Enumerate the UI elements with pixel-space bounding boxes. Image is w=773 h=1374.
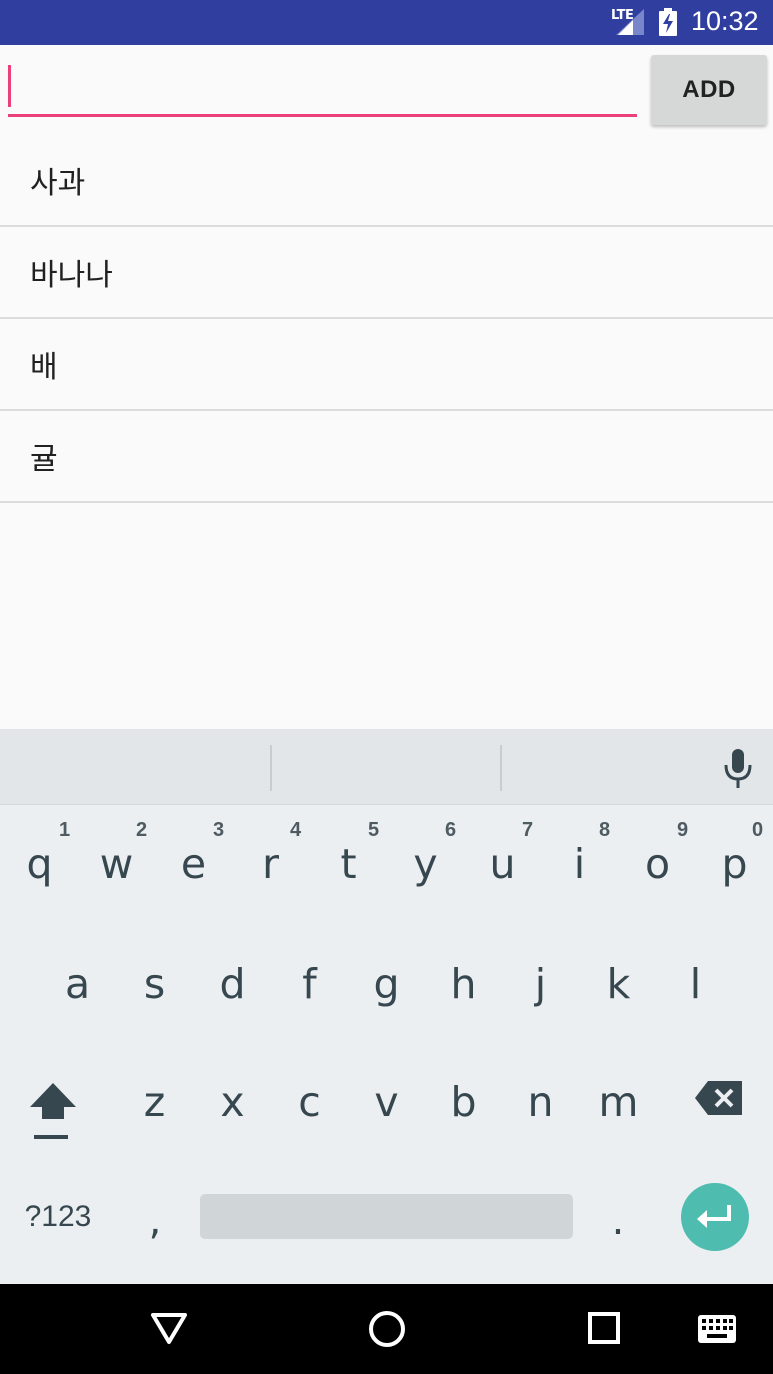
key-label: o [644, 839, 671, 888]
key-label: x [220, 1077, 245, 1126]
key-z[interactable]: z [116, 1057, 193, 1147]
key-label: v [374, 1077, 399, 1126]
key-h[interactable]: h [425, 939, 502, 1029]
key-label: b [450, 1077, 477, 1126]
backspace-icon[interactable] [694, 1079, 744, 1117]
key-label: n [527, 1077, 554, 1126]
key-i[interactable]: i8 [541, 819, 618, 909]
shift-icon[interactable] [28, 1077, 78, 1145]
fruit-list: 사과 바나나 배 귤 [0, 135, 773, 503]
key-label: m [598, 1077, 639, 1126]
space-key[interactable] [200, 1194, 573, 1239]
key-g[interactable]: g [348, 939, 425, 1029]
key-t[interactable]: t5 [310, 819, 387, 909]
microphone-icon[interactable] [720, 747, 756, 789]
key-label: c [298, 1077, 321, 1126]
back-icon[interactable] [150, 1311, 188, 1345]
key-hint: 7 [522, 819, 534, 841]
key-label: u [489, 839, 516, 888]
key-e[interactable]: e3 [155, 819, 232, 909]
enter-key[interactable] [681, 1183, 749, 1251]
key-j[interactable]: j [502, 939, 579, 1029]
suggestion-divider [270, 745, 272, 791]
key-hint: 0 [752, 819, 764, 841]
key-label: j [534, 959, 547, 1008]
status-bar: LTE 10:32 [0, 0, 773, 45]
key-q[interactable]: q1 [1, 819, 78, 909]
add-item-row: ADD [0, 45, 773, 135]
period-key[interactable]: . [598, 1191, 638, 1251]
soft-keyboard: q1w2e3r4t5y6u7i8o9p0 asdfghjkl zxcvbnm ?… [0, 729, 773, 1284]
key-r[interactable]: r4 [232, 819, 309, 909]
key-m[interactable]: m [580, 1057, 657, 1147]
key-label: p [721, 839, 748, 888]
list-item[interactable]: 사과 [0, 135, 773, 227]
key-d[interactable]: d [194, 939, 271, 1029]
key-label: z [143, 1077, 166, 1126]
key-x[interactable]: x [194, 1057, 271, 1147]
key-label: q [26, 839, 53, 888]
key-label: a [64, 959, 91, 1008]
key-label: f [302, 959, 317, 1008]
suggestion-strip [0, 729, 773, 805]
key-label: d [219, 959, 246, 1008]
key-hint: 8 [599, 819, 611, 841]
navigation-bar [0, 1284, 773, 1374]
key-hint: 2 [136, 819, 148, 841]
keyboard-icon[interactable] [697, 1314, 737, 1344]
key-y[interactable]: y6 [387, 819, 464, 909]
key-s[interactable]: s [116, 939, 193, 1029]
key-a[interactable]: a [39, 939, 116, 1029]
text-cursor [8, 65, 11, 107]
comma-key[interactable]: , [135, 1191, 175, 1251]
key-hint: 9 [677, 819, 689, 841]
key-f[interactable]: f [271, 939, 348, 1029]
key-p[interactable]: p0 [696, 819, 773, 909]
key-b[interactable]: b [425, 1057, 502, 1147]
list-item[interactable]: 배 [0, 319, 773, 411]
add-button[interactable]: ADD [651, 55, 767, 125]
key-u[interactable]: u7 [464, 819, 541, 909]
key-hint: 6 [445, 819, 457, 841]
key-label: r [262, 839, 279, 888]
key-hint: 3 [213, 819, 225, 841]
key-label: k [606, 959, 631, 1008]
symbols-key[interactable]: ?123 [18, 1195, 98, 1239]
key-label: s [143, 959, 166, 1008]
enter-icon [697, 1205, 731, 1228]
key-label: h [450, 959, 477, 1008]
clock: 10:32 [691, 6, 759, 36]
suggestion-divider [500, 745, 502, 791]
key-hint: 4 [290, 819, 302, 841]
item-text-input[interactable] [8, 65, 637, 117]
key-hint: 5 [368, 819, 380, 841]
key-o[interactable]: o9 [619, 819, 696, 909]
key-hint: 1 [59, 819, 71, 841]
list-item[interactable]: 바나나 [0, 227, 773, 319]
key-label: l [689, 959, 702, 1008]
battery-charging-icon [659, 8, 677, 36]
signal-icon [616, 9, 644, 35]
key-w[interactable]: w2 [78, 819, 155, 909]
key-v[interactable]: v [348, 1057, 425, 1147]
key-label: i [573, 839, 586, 888]
key-label: g [373, 959, 400, 1008]
key-label: y [413, 839, 438, 888]
key-label: w [99, 839, 134, 888]
key-label: e [180, 839, 207, 888]
recents-icon[interactable] [587, 1311, 621, 1345]
home-icon[interactable] [367, 1309, 407, 1349]
key-c[interactable]: c [271, 1057, 348, 1147]
list-item[interactable]: 귤 [0, 411, 773, 503]
key-k[interactable]: k [580, 939, 657, 1029]
key-n[interactable]: n [502, 1057, 579, 1147]
key-label: t [340, 839, 357, 888]
key-l[interactable]: l [657, 939, 734, 1029]
